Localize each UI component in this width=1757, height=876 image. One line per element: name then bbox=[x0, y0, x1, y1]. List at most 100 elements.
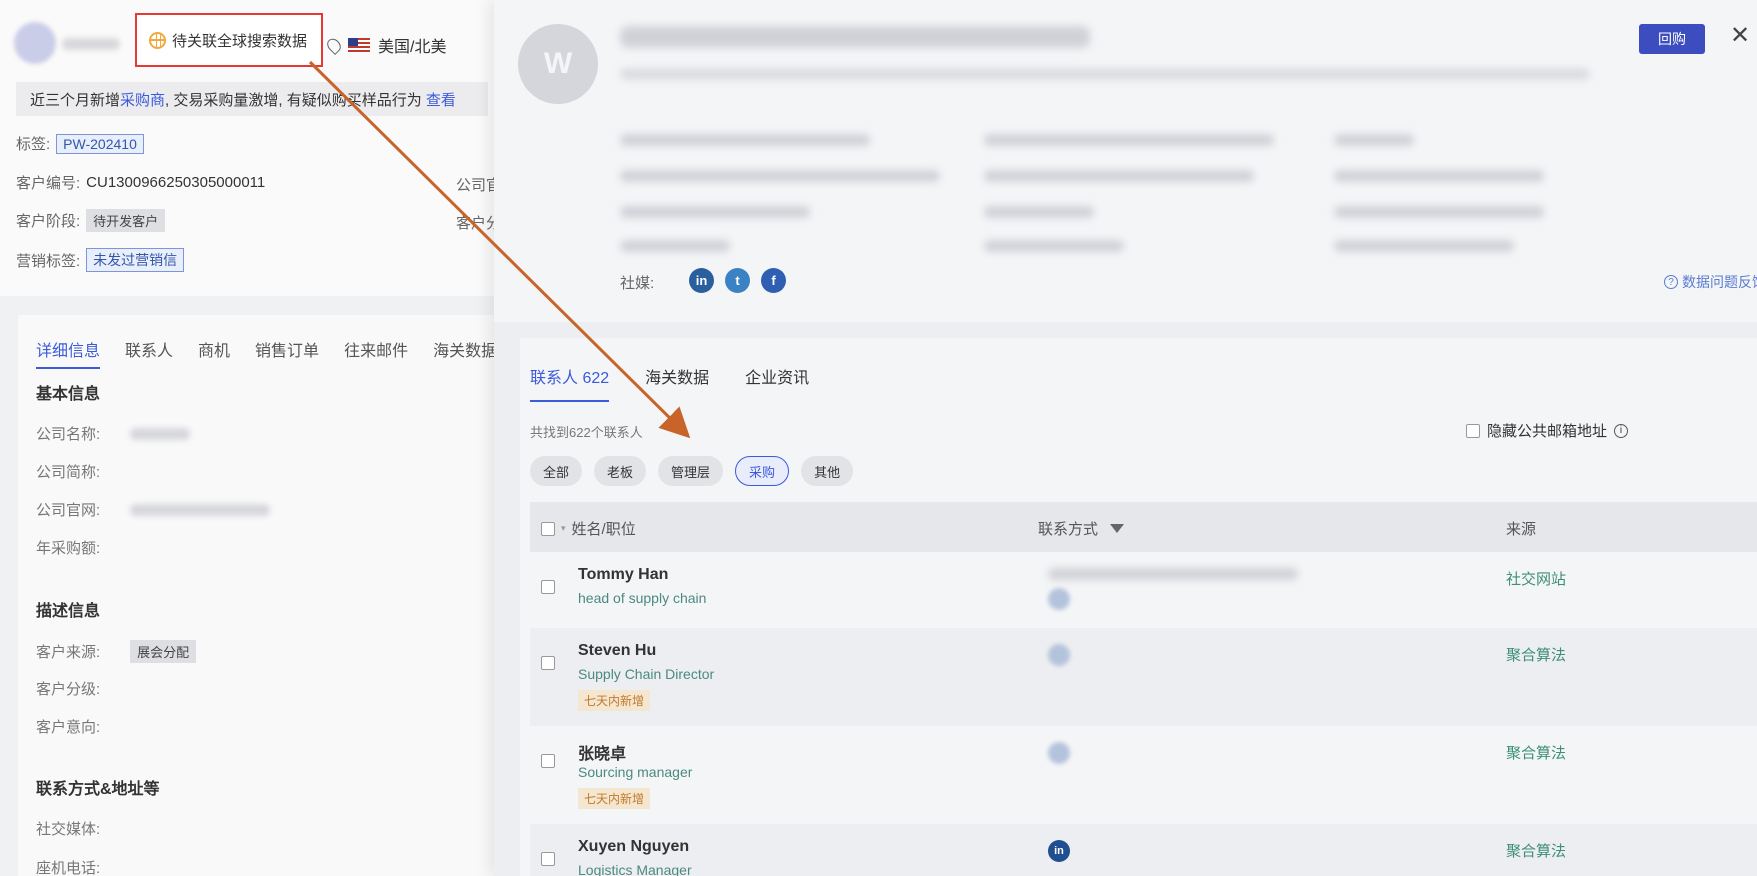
company-site-value-blurred bbox=[130, 503, 271, 516]
column-contact-label: 联系方式 bbox=[1038, 521, 1099, 538]
select-all[interactable]: ▾ 姓名/职位 bbox=[541, 518, 636, 539]
linkedin-icon[interactable] bbox=[1048, 644, 1070, 666]
linkedin-icon[interactable] bbox=[1048, 588, 1070, 610]
link-global-search-label: 待关联全球搜索数据 bbox=[172, 32, 308, 50]
contact-title: Sourcing manager bbox=[578, 764, 693, 780]
tag-row: 标签: PW-202410 bbox=[16, 133, 144, 154]
contact-name[interactable]: Steven Hu bbox=[578, 642, 656, 660]
tab-customs-data[interactable]: 海关数据 bbox=[645, 364, 709, 402]
facebook-icon[interactable]: f bbox=[761, 268, 786, 293]
filter-icon[interactable] bbox=[1110, 524, 1125, 533]
tab-customs[interactable]: 海关数据 bbox=[433, 337, 497, 369]
customer-header: 待关联全球搜索数据 美国/北美 近三个月新增 采购商 , 交易采购量激增, 有疑… bbox=[0, 0, 500, 296]
info-blur-2 bbox=[984, 134, 1274, 146]
chip-other[interactable]: 其他 bbox=[801, 456, 854, 486]
contact-name[interactable]: 张晓卓 bbox=[578, 740, 626, 764]
info-blur-8 bbox=[984, 206, 1094, 218]
contact-source: 聚合算法 bbox=[1506, 843, 1567, 860]
role-filter-chips: 全部 老板 管理层 采购 其他 bbox=[530, 456, 854, 486]
purchase-notice: 近三个月新增 采购商 , 交易采购量激增, 有疑似购买样品行为 查看 bbox=[16, 82, 488, 116]
twitter-icon[interactable]: t bbox=[725, 268, 750, 293]
customer-intent-label: 客户意向: bbox=[36, 719, 101, 736]
hide-email-label: 隐藏公共邮箱地址 bbox=[1487, 423, 1608, 440]
info-blur-3 bbox=[1334, 134, 1414, 146]
tab-details[interactable]: 详细信息 bbox=[36, 337, 101, 369]
customer-no-row: 客户编号: CU1300966250305000011 bbox=[16, 172, 265, 193]
customer-stage-label: 客户阶段: bbox=[16, 213, 81, 230]
marketing-tag-value[interactable]: 未发过营销信 bbox=[86, 248, 185, 272]
customer-no-label: 客户编号: bbox=[16, 175, 81, 192]
linkedin-icon[interactable]: in bbox=[689, 268, 714, 293]
table-row: Xuyen Nguyen Logistics Manager in 聚合算法 bbox=[530, 824, 1757, 876]
contact-email-blurred bbox=[1048, 568, 1298, 580]
question-icon: ? bbox=[1664, 275, 1678, 289]
column-contact: 联系方式 bbox=[1038, 518, 1125, 539]
contact-name[interactable]: Xuyen Nguyen bbox=[578, 838, 689, 856]
tab-opportunities[interactable]: 商机 bbox=[198, 337, 230, 369]
tag-value[interactable]: PW-202410 bbox=[56, 133, 144, 154]
contact-title: Supply Chain Director bbox=[578, 666, 715, 682]
info-blur-6 bbox=[1334, 170, 1544, 182]
new-within-7-days-badge: 七天内新增 bbox=[578, 788, 651, 809]
global-search-drawer: W 回购 ✕ 社媒: in t f ? 数据问题反馈 联系人 622 海关数据 … bbox=[494, 0, 1757, 876]
tag-label: 标签: bbox=[16, 136, 51, 153]
chevron-down-icon[interactable]: ▾ bbox=[561, 523, 566, 534]
tab-emails[interactable]: 往来邮件 bbox=[344, 337, 408, 369]
landline-label: 座机电话: bbox=[36, 860, 101, 876]
linkedin-icon[interactable]: in bbox=[1048, 840, 1070, 862]
avatar bbox=[14, 22, 56, 64]
social-label: 社媒: bbox=[620, 275, 655, 292]
annual-purchase-field: 年采购额: bbox=[36, 537, 100, 558]
row-checkbox[interactable] bbox=[541, 580, 555, 594]
customer-detail-card: 详细信息 联系人 商机 销售订单 往来邮件 海关数据 基本信息 公司名称: 公司… bbox=[18, 315, 500, 876]
customer-source-label: 客户来源: bbox=[36, 644, 101, 661]
contacts-section: 联系人 622 海关数据 企业资讯 共找到622个联系人 隐藏公共邮箱地址 i … bbox=[520, 338, 1757, 876]
annual-purchase-label: 年采购额: bbox=[36, 540, 101, 557]
chip-management[interactable]: 管理层 bbox=[658, 456, 724, 486]
row-checkbox[interactable] bbox=[541, 754, 555, 768]
tab-contacts-622[interactable]: 联系人 622 bbox=[530, 364, 610, 402]
tab-company-news[interactable]: 企业资讯 bbox=[745, 364, 809, 402]
marketing-tag-label: 营销标签: bbox=[16, 252, 81, 270]
company-logo: W bbox=[518, 24, 598, 104]
info-blur-7 bbox=[620, 206, 810, 218]
linkedin-icon[interactable] bbox=[1048, 742, 1070, 764]
customer-source-field: 客户来源: 展会分配 bbox=[36, 640, 197, 663]
company-site-field: 公司官网: bbox=[36, 499, 271, 520]
detail-tabs: 详细信息 联系人 商机 销售订单 往来邮件 海关数据 bbox=[36, 337, 497, 369]
tab-contacts[interactable]: 联系人 bbox=[125, 337, 173, 369]
data-feedback-link[interactable]: ? 数据问题反馈 bbox=[1664, 272, 1757, 292]
contact-name[interactable]: Tommy Han bbox=[578, 566, 668, 584]
column-name-title: 姓名/职位 bbox=[571, 521, 636, 538]
chip-boss[interactable]: 老板 bbox=[594, 456, 647, 486]
contacts-table-header: ▾ 姓名/职位 联系方式 来源 bbox=[530, 502, 1757, 552]
table-row: Tommy Han head of supply chain 社交网站 bbox=[530, 552, 1757, 628]
social-media-label: 社交媒体: bbox=[36, 821, 101, 838]
notice-view-link[interactable]: 查看 bbox=[426, 89, 456, 110]
info-icon[interactable]: i bbox=[1614, 423, 1629, 438]
contacts-count: 共找到622个联系人 bbox=[530, 425, 643, 440]
location-label: 美国/北美 bbox=[378, 39, 447, 56]
customer-stage-value[interactable]: 待开发客户 bbox=[86, 209, 166, 232]
chip-all[interactable]: 全部 bbox=[530, 456, 583, 486]
hide-public-email-toggle[interactable]: 隐藏公共邮箱地址 i bbox=[1466, 420, 1629, 441]
reply-button[interactable]: 回购 bbox=[1639, 24, 1705, 54]
customer-stage-row: 客户阶段: 待开发客户 bbox=[16, 209, 166, 232]
table-row: 张晓卓 Sourcing manager 七天内新增 聚合算法 bbox=[530, 726, 1757, 824]
chip-purchasing[interactable]: 采购 bbox=[735, 456, 790, 486]
notice-middle: , 交易采购量激增, 有疑似购买样品行为 bbox=[165, 91, 426, 109]
tab-sales-orders[interactable]: 销售订单 bbox=[255, 337, 319, 369]
company-name-blurred bbox=[620, 26, 1090, 48]
select-all-checkbox[interactable] bbox=[541, 521, 555, 536]
customer-name-blurred bbox=[62, 38, 120, 50]
customer-detail-panel: 待关联全球搜索数据 美国/北美 近三个月新增 采购商 , 交易采购量激增, 有疑… bbox=[0, 0, 500, 876]
link-global-search-badge[interactable]: 待关联全球搜索数据 bbox=[135, 13, 323, 67]
contact-title: Logistics Manager bbox=[578, 862, 692, 876]
hide-email-checkbox[interactable] bbox=[1466, 423, 1480, 438]
column-source-label: 来源 bbox=[1506, 521, 1537, 538]
close-icon[interactable]: ✕ bbox=[1730, 24, 1750, 48]
new-within-7-days-badge: 七天内新增 bbox=[578, 690, 651, 711]
row-checkbox[interactable] bbox=[541, 852, 555, 866]
row-checkbox[interactable] bbox=[541, 656, 555, 670]
notice-buyer-link[interactable]: 采购商 bbox=[120, 89, 165, 110]
